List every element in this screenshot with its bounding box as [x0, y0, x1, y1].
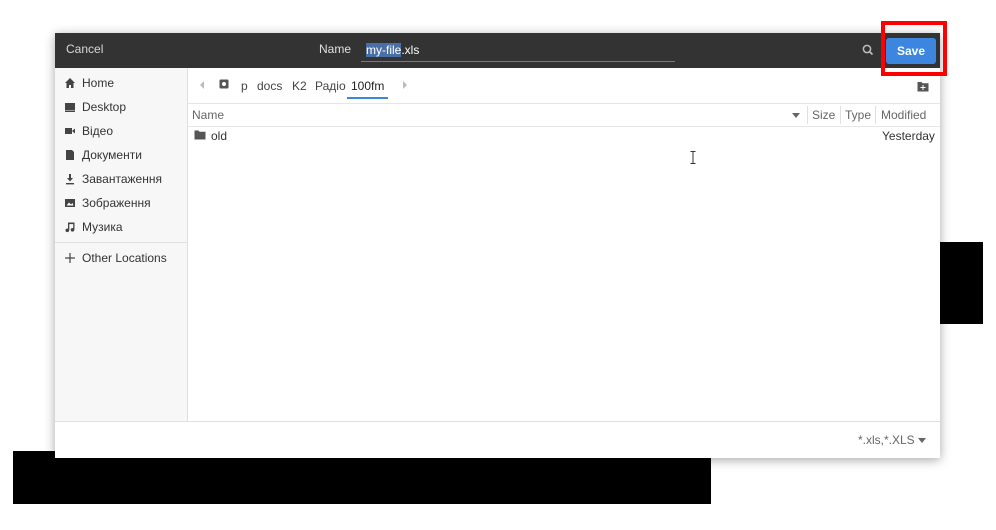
- filename-selected-text: my-file: [366, 43, 402, 57]
- video-icon: [65, 128, 75, 134]
- file-save-dialog: Cancel Name my-file.xls Save Home Deskto…: [55, 33, 940, 458]
- path-crumb[interactable]: K2: [292, 79, 307, 93]
- image-icon: [65, 199, 75, 207]
- sort-down-icon[interactable]: [792, 113, 800, 118]
- places-sidebar: Home Desktop Відео Документи Завантаженн…: [55, 68, 188, 421]
- sidebar-item-video[interactable]: Відео: [55, 120, 187, 142]
- sidebar-item-label: Відео: [82, 124, 114, 138]
- folder-icon: [194, 130, 206, 140]
- sidebar-item-label: Зображення: [82, 196, 151, 210]
- document-icon: [66, 150, 74, 160]
- name-label: Name: [319, 42, 352, 56]
- path-bar: p docs K2 Радіо 100fm: [188, 68, 940, 104]
- file-name: old: [211, 129, 228, 143]
- plus-icon: [65, 253, 75, 263]
- sidebar-item-documents[interactable]: Документи: [55, 144, 187, 166]
- file-list-header: Name Size Type Modified: [188, 104, 940, 127]
- new-folder-icon[interactable]: [917, 81, 929, 92]
- filename-extension: .xls: [401, 43, 420, 57]
- path-crumb-current[interactable]: 100fm: [347, 79, 389, 99]
- column-divider: [875, 106, 876, 124]
- cancel-button[interactable]: Cancel: [66, 42, 103, 56]
- path-crumb[interactable]: p: [241, 79, 248, 93]
- filename-input[interactable]: my-file.xls: [361, 37, 675, 62]
- music-icon: [65, 222, 75, 233]
- desktop-icon: [65, 103, 75, 112]
- redaction-block-bottom: [13, 451, 711, 504]
- sidebar-item-downloads[interactable]: Завантаження: [55, 168, 187, 190]
- column-divider: [807, 106, 808, 124]
- search-icon[interactable]: [861, 43, 875, 57]
- column-name[interactable]: Name: [192, 108, 224, 122]
- dialog-header: Cancel Name my-file.xls Save: [55, 33, 940, 68]
- file-filter-dropdown[interactable]: *.xls,*.XLS: [858, 433, 915, 447]
- drive-icon[interactable]: [219, 79, 229, 89]
- table-row[interactable]: old Yesterday: [188, 126, 940, 146]
- redaction-block-right: [940, 242, 983, 324]
- sidebar-item-home[interactable]: Home: [55, 72, 187, 94]
- file-modified: Yesterday: [882, 129, 935, 143]
- save-button[interactable]: Save: [886, 38, 936, 64]
- sidebar-item-pictures[interactable]: Зображення: [55, 192, 187, 214]
- sidebar-item-label: Desktop: [82, 100, 127, 114]
- sidebar-item-label: Завантаження: [82, 172, 162, 186]
- text-cursor-icon: [690, 151, 696, 164]
- column-divider: [840, 106, 841, 124]
- sidebar-item-other-locations[interactable]: Other Locations: [55, 247, 187, 269]
- sidebar-separator: [55, 242, 187, 243]
- sidebar-item-music[interactable]: Музика: [55, 216, 187, 238]
- path-crumb[interactable]: Радіо: [315, 79, 346, 93]
- column-modified[interactable]: Modified: [881, 108, 926, 122]
- sidebar-item-label: Home: [82, 76, 115, 90]
- column-size[interactable]: Size: [812, 108, 835, 122]
- sidebar-item-label: Музика: [82, 220, 123, 234]
- path-crumb[interactable]: docs: [257, 79, 282, 93]
- sidebar-item-desktop[interactable]: Desktop: [55, 96, 187, 118]
- sidebar-item-label: Документи: [82, 148, 142, 162]
- home-icon: [65, 78, 75, 88]
- path-right-arrow-icon[interactable]: [402, 81, 408, 89]
- path-left-arrow-icon[interactable]: [199, 81, 205, 89]
- dialog-footer: *.xls,*.XLS: [55, 421, 940, 458]
- chevron-down-icon[interactable]: [918, 438, 926, 443]
- download-icon: [66, 174, 74, 185]
- column-type[interactable]: Type: [845, 108, 871, 122]
- sidebar-item-label: Other Locations: [82, 251, 167, 265]
